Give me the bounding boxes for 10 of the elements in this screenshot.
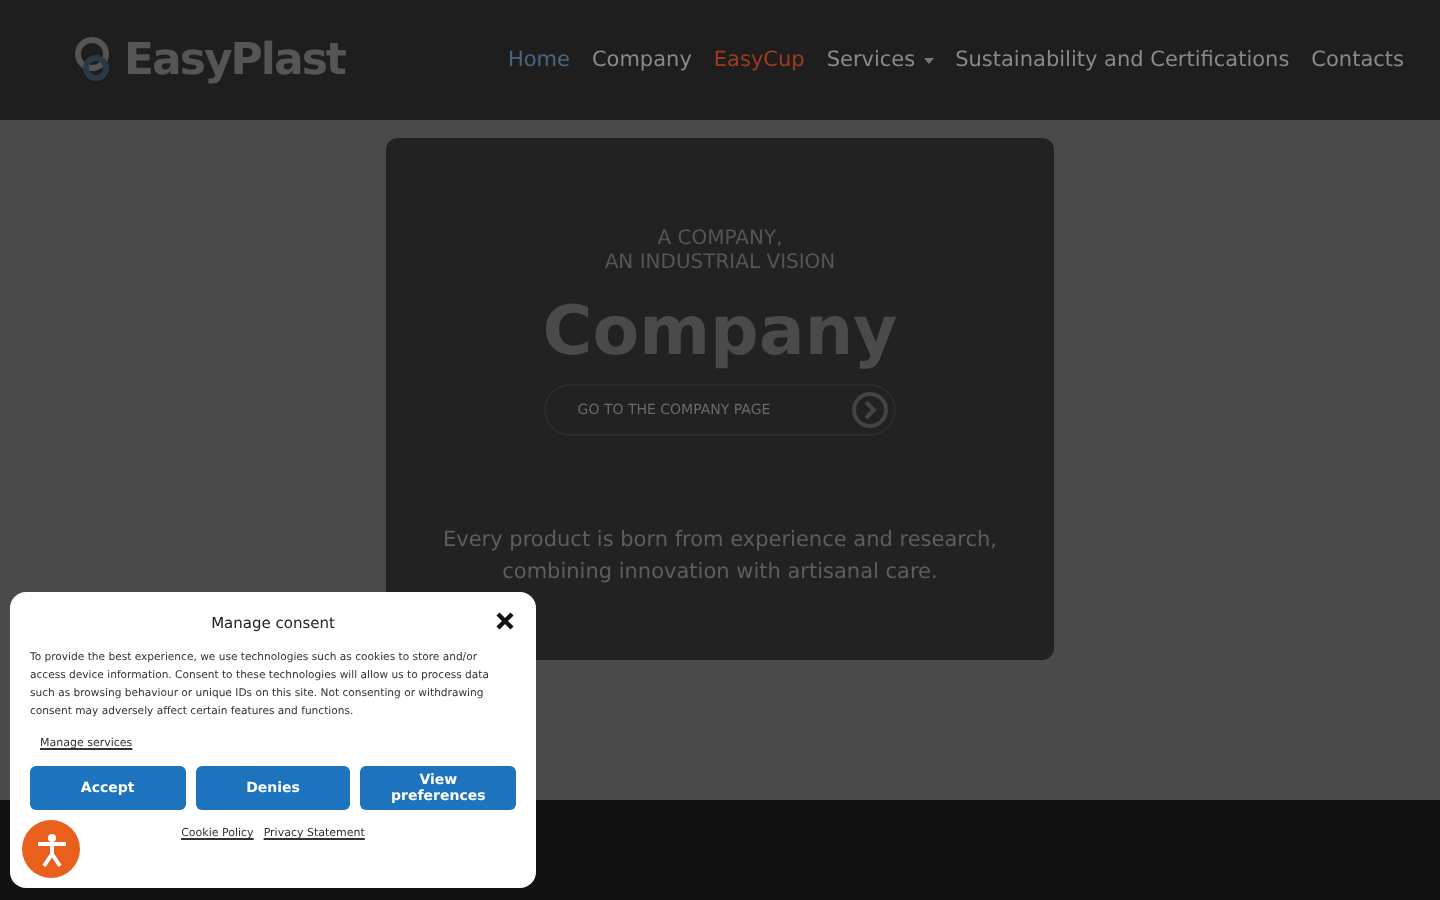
- hero-text: Every product is born from experience and research, combining innovation with artisanal care.: [441, 526, 999, 588]
- nav-link[interactable]: EasyCup: [713, 48, 805, 72]
- nav-link[interactable]: Home: [507, 48, 570, 72]
- nav-link[interactable]: Company: [591, 48, 692, 72]
- arrow-circle-icon: [850, 390, 891, 430]
- accessibility-icon: [33, 831, 69, 867]
- close-button[interactable]: [494, 610, 516, 632]
- nav-link[interactable]: Sustainability and Certifications: [955, 48, 1290, 72]
- nav-link[interactable]: Contacts: [1311, 48, 1404, 72]
- nav-link[interactable]: Services: [826, 48, 934, 72]
